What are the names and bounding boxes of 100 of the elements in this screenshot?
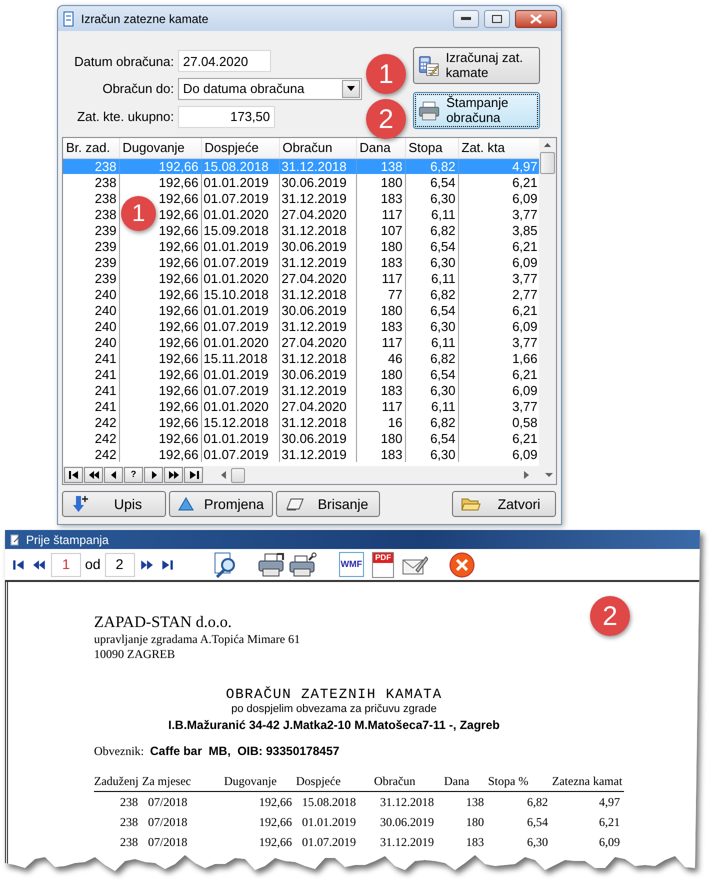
table-cell: 46 <box>356 350 405 366</box>
toolbar-button[interactable] <box>31 558 47 572</box>
table-cell: 15.08.2018 <box>296 792 374 812</box>
table-cell: 192,66 <box>119 446 201 462</box>
fast-forward-icon <box>168 469 180 481</box>
column-header[interactable]: Stopa <box>405 138 458 158</box>
column-header[interactable]: Obračun <box>279 138 356 158</box>
table-cell: 192,66 <box>119 366 201 382</box>
table-cell: 27.04.2020 <box>279 270 356 286</box>
table-cell: 27.04.2020 <box>279 398 356 414</box>
column-header[interactable]: Br. zad. <box>63 138 119 158</box>
column-header[interactable]: Dospjeće <box>201 138 279 158</box>
table-cell: 192,66 <box>119 430 201 446</box>
table-cell: 6,82 <box>405 222 458 238</box>
arrow-down-plus-icon <box>71 495 89 513</box>
input-field[interactable]: 27.04.2020 <box>178 50 271 72</box>
table-cell: 6,30 <box>405 382 458 398</box>
table-cell: 180 <box>356 302 405 318</box>
navigator-button[interactable]: ? <box>124 467 143 483</box>
table-cell-text: 31.12.2019 <box>379 834 435 851</box>
table-cell: 6,54 <box>405 174 458 190</box>
table-cell: 107 <box>356 222 405 238</box>
toolbar-button[interactable] <box>138 558 155 572</box>
add-button[interactable]: Upis <box>62 491 166 517</box>
table-cell: 31.12.2018 <box>279 222 356 238</box>
folder-icon <box>461 496 481 512</box>
table-cell: 241 <box>63 366 119 382</box>
minimize-icon <box>461 16 471 20</box>
toolbar-button[interactable] <box>288 552 317 578</box>
wmf-export-icon[interactable]: WMF <box>338 552 364 578</box>
column-header[interactable]: Dana <box>356 138 405 158</box>
table-cell: 117 <box>356 334 405 350</box>
table-cell: 27.04.2020 <box>279 334 356 350</box>
table-cell-text: 30.06.2019 <box>379 814 435 831</box>
window-title: Izračun zatezne kamate <box>81 10 210 28</box>
printer-icon <box>256 552 285 578</box>
navigator-button[interactable] <box>64 467 83 483</box>
table-cell: 01.07.2019 <box>201 318 279 334</box>
column-header: Za mjesec <box>142 772 224 792</box>
table-cell: 6,30 <box>405 318 458 334</box>
close-button[interactable] <box>515 10 557 28</box>
obligor-name: Caffe bar MB, OIB: 93350178457 <box>150 743 340 760</box>
table-cell: 01.07.2019 <box>201 254 279 270</box>
maximize-button[interactable] <box>484 10 510 28</box>
navigator-button[interactable] <box>104 467 123 483</box>
scrollbar-thumb[interactable] <box>540 152 555 174</box>
table-cell: 117 <box>356 270 405 286</box>
table-cell: 242 <box>63 414 119 430</box>
window-title: Prije štampanja <box>26 532 109 548</box>
table-cell: 242 <box>63 446 119 462</box>
table-cell: 15.10.2018 <box>201 286 279 302</box>
table-cell: 192,66 <box>119 382 201 398</box>
page-field[interactable]: 1 <box>51 552 81 576</box>
table-cell: 30.06.2019 <box>279 366 356 382</box>
report-subtitle: po dospjelim obvezama za pričuvu zgrade <box>230 703 438 716</box>
table-cell: 15.12.2018 <box>201 414 279 430</box>
table-cell: 30.06.2019 <box>279 238 356 254</box>
table-cell: 242 <box>63 430 119 446</box>
table-cell: 31.12.2018 <box>374 792 444 812</box>
scrollbar-thumb[interactable] <box>231 468 245 482</box>
maximize-icon <box>492 14 502 22</box>
column-header[interactable]: Dugovanje <box>119 138 201 158</box>
table-cell: 6,82 <box>488 792 552 812</box>
callout-badge: 2 <box>366 99 406 139</box>
page-label: od <box>85 555 101 574</box>
table-cell: 192,66 <box>119 302 201 318</box>
scroll-left-icon[interactable] <box>221 471 227 479</box>
input-field[interactable]: 173,50 <box>178 106 275 128</box>
navigator-button[interactable] <box>84 467 103 483</box>
vertical-scrollbar[interactable] <box>539 138 556 466</box>
scroll-right-icon[interactable] <box>524 471 530 479</box>
table-cell: 180 <box>356 430 405 446</box>
table-cell: 07/2018 <box>142 792 224 812</box>
navigator-button[interactable] <box>164 467 183 483</box>
close-button[interactable]: Zatvori <box>452 491 556 517</box>
column-header: Dugovanje <box>224 772 296 792</box>
navigator-button[interactable] <box>144 467 163 483</box>
minimize-button[interactable] <box>453 10 479 28</box>
table-cell: 01.07.2019 <box>201 446 279 462</box>
field-label: Datum obračuna: <box>73 52 175 71</box>
dropdown-field[interactable]: Do datuma obračuna <box>178 78 362 100</box>
toolbar-button[interactable] <box>256 552 285 578</box>
table-cell: 6,82 <box>405 286 458 302</box>
print-button[interactable]: Štampanje obračuna <box>413 92 540 129</box>
column-header[interactable]: Zat. kta <box>458 138 540 158</box>
table-cell: 239 <box>63 270 119 286</box>
calculate-button[interactable]: Izračunaj zat. kamate <box>413 47 540 84</box>
toolbar-button[interactable] <box>402 554 428 576</box>
table-cell: 6,82 <box>405 414 458 430</box>
first-record-icon <box>68 469 80 481</box>
table-cell: 239 <box>63 254 119 270</box>
table-cell: 241 <box>63 350 119 366</box>
pdf-export-icon[interactable]: PDF <box>372 552 394 578</box>
table-cell: 16 <box>356 414 405 430</box>
horizontal-scrollbar[interactable] <box>221 466 556 484</box>
navigator-button[interactable] <box>184 467 203 483</box>
toolbar-button[interactable] <box>448 550 476 578</box>
delete-button[interactable]: Brisanje <box>276 491 380 517</box>
table-cell: 238 <box>63 174 119 190</box>
edit-button[interactable]: Promjena <box>169 491 273 517</box>
